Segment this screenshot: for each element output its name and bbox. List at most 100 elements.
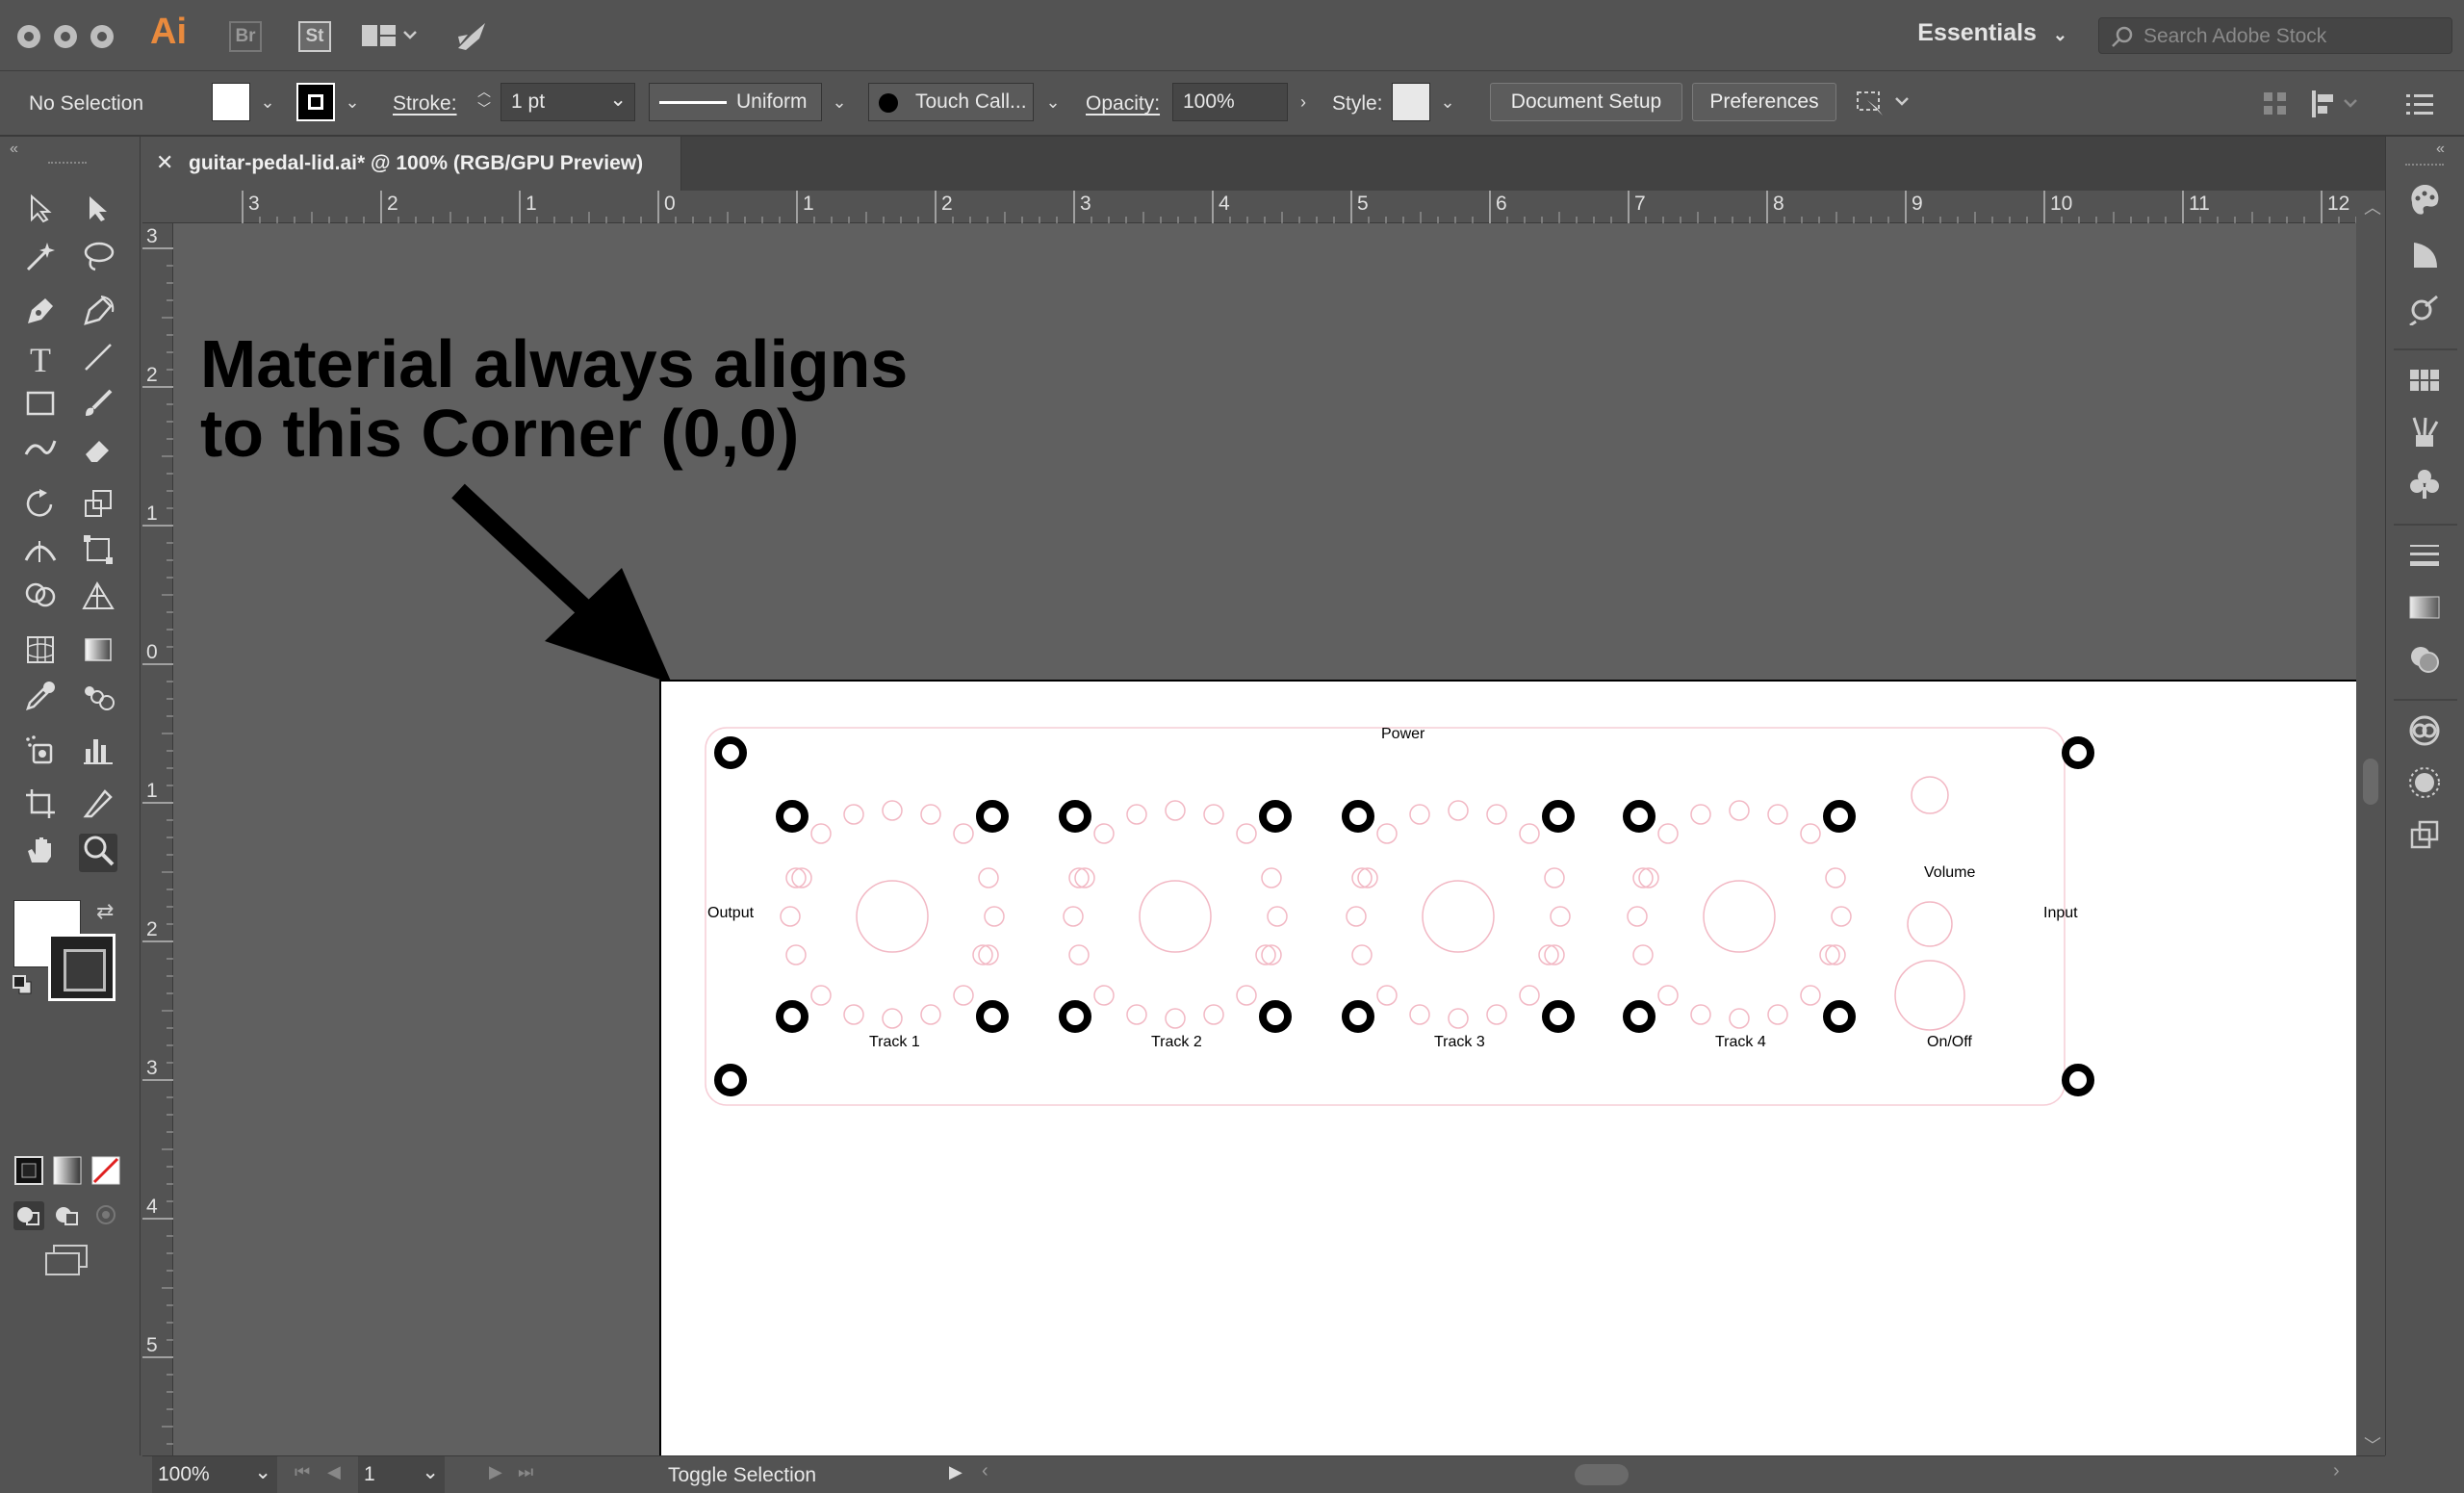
vertical-ruler[interactable]: 3 2 1 0 1 2 3 4 5 [142,223,173,1455]
preferences-button[interactable]: Preferences [1692,83,1836,121]
free-transform-tool-icon[interactable] [79,533,117,572]
artboard-tool-icon[interactable] [21,787,60,826]
vertical-scroll-thumb[interactable] [2363,759,2378,805]
stroke-swatch[interactable] [296,83,335,121]
search-stock-input[interactable]: Search Adobe Stock [2098,17,2452,54]
panel-grip[interactable] [2405,164,2444,166]
column-graph-tool-icon[interactable] [79,734,117,772]
color-guide-icon[interactable] [2405,239,2444,277]
document-setup-button[interactable]: Document Setup [1490,83,1682,121]
symbol-sprayer-tool-icon[interactable] [21,734,60,772]
align-panel-button[interactable] [2262,90,2291,124]
canvas[interactable]: Material always aligns to this Corner (0… [173,223,2356,1455]
style-dropdown[interactable]: ⌄ [1436,83,1459,121]
horizontal-ruler[interactable]: 3 2 1 0 1 2 3 4 5 6 7 8 9 10 11 12 [142,191,2356,223]
hand-tool-icon[interactable] [21,834,60,872]
collapse-panel-icon[interactable]: « [10,141,18,158]
fill-dropdown[interactable]: ⌄ [256,83,279,121]
recolor-icon[interactable] [2405,293,2444,331]
last-artboard-icon[interactable]: ⏭ [518,1462,533,1482]
close-tab-icon[interactable]: ✕ [156,150,173,175]
stroke-weight-field[interactable]: 1 pt ⌄ [500,83,635,121]
zoom-window-button[interactable] [90,25,114,48]
status-menu-icon[interactable]: ▶ [949,1462,962,1482]
eraser-tool-icon[interactable] [79,433,117,472]
gradient-mode-icon[interactable] [52,1155,83,1191]
brushes-panel-icon[interactable] [2405,416,2444,454]
stock-button[interactable]: St [298,21,331,52]
appearance-panel-icon[interactable] [2405,766,2444,805]
gpu-performance-button[interactable] [452,17,491,61]
type-tool-icon[interactable]: T [21,341,60,379]
close-window-button[interactable] [17,25,40,48]
default-fill-stroke-icon[interactable] [12,974,33,995]
direct-selection-tool-icon[interactable] [79,194,117,233]
zoom-level-field[interactable]: 100% ⌄ [152,1456,277,1493]
pen-tool-icon[interactable] [21,295,60,333]
libraries-panel-icon[interactable] [2405,714,2444,753]
transparency-panel-icon[interactable] [2405,643,2444,682]
workspace-switcher[interactable]: Essentials ⌄ [1917,19,2067,47]
perspective-grid-tool-icon[interactable] [79,579,117,618]
horizontal-scroll-thumb[interactable] [1575,1464,1629,1485]
vertical-scrollbar[interactable]: ︿ ﹀ [2356,191,2385,1455]
stroke-color-box[interactable] [48,934,116,1001]
scale-tool-icon[interactable] [79,487,117,526]
next-artboard-icon[interactable]: ▶ [489,1462,502,1482]
swatches-panel-icon[interactable] [2405,364,2444,402]
line-segment-tool-icon[interactable] [79,341,117,379]
stroke-label[interactable]: Stroke: [393,92,457,116]
draw-inside-icon[interactable] [90,1201,121,1235]
scroll-down-icon[interactable]: ﹀ [2364,1432,2381,1457]
minimize-window-button[interactable] [54,25,77,48]
expand-panels-icon[interactable]: « [2436,141,2445,158]
brush-dropdown[interactable]: ⌄ [1041,83,1065,121]
zoom-tool-icon[interactable] [79,834,117,872]
scroll-up-icon[interactable]: ︿ [2364,194,2381,219]
document-tab[interactable]: ✕ guitar-pedal-lid.ai* @ 100% (RGB/GPU P… [142,137,681,191]
artboard-number-field[interactable]: 1 ⌄ [358,1456,445,1493]
none-mode-icon[interactable] [90,1155,121,1191]
screen-mode-icon[interactable] [44,1244,92,1283]
gradient-tool-icon[interactable] [79,633,117,672]
rotate-tool-icon[interactable] [21,487,60,526]
arrange-documents-button[interactable] [362,23,420,55]
previous-artboard-icon[interactable]: ◀ [327,1462,341,1482]
shape-builder-tool-icon[interactable] [21,579,60,618]
magic-wand-tool-icon[interactable] [21,241,60,279]
stroke-panel-icon[interactable] [2405,539,2444,578]
graphic-style-swatch[interactable] [1392,83,1430,121]
quick-actions-button[interactable] [1854,87,1912,124]
asset-export-icon[interactable] [2405,818,2444,857]
control-bar-menu-button[interactable] [2406,92,2435,122]
first-artboard-icon[interactable]: ⏮ [295,1462,310,1482]
variable-width-profile[interactable]: Uniform [649,83,822,121]
brush-definition[interactable]: Touch Call... [868,83,1034,121]
bridge-button[interactable]: Br [229,21,262,52]
fill-swatch[interactable] [212,83,250,121]
color-panel-icon[interactable] [2405,184,2444,223]
stroke-stepper[interactable]: ︿ ﹀ [474,83,495,121]
symbols-panel-icon[interactable] [2405,468,2444,506]
color-mode-icon[interactable] [13,1155,44,1191]
stroke-dropdown[interactable]: ⌄ [341,83,364,121]
slice-tool-icon[interactable] [79,787,117,826]
swap-fill-stroke-icon[interactable]: ⇄ [96,899,114,924]
scroll-left-icon[interactable]: ‹ [982,1460,988,1482]
paintbrush-tool-icon[interactable] [79,387,117,425]
panel-grip[interactable] [48,162,87,167]
status-text[interactable]: Toggle Selection [668,1464,816,1487]
opacity-field[interactable]: 100% [1172,83,1288,121]
draw-behind-icon[interactable] [52,1201,83,1235]
profile-dropdown[interactable]: ⌄ [828,83,851,121]
align-options-button[interactable] [2310,89,2368,126]
blend-tool-icon[interactable] [79,680,117,718]
curvature-tool-icon[interactable] [79,295,117,333]
rectangle-tool-icon[interactable] [21,387,60,425]
opacity-label[interactable]: Opacity: [1086,92,1160,116]
selection-tool-icon[interactable] [21,193,60,233]
lasso-tool-icon[interactable] [79,241,117,279]
shaper-tool-icon[interactable] [21,433,60,472]
gradient-panel-icon[interactable] [2405,591,2444,630]
draw-normal-icon[interactable] [13,1201,44,1235]
